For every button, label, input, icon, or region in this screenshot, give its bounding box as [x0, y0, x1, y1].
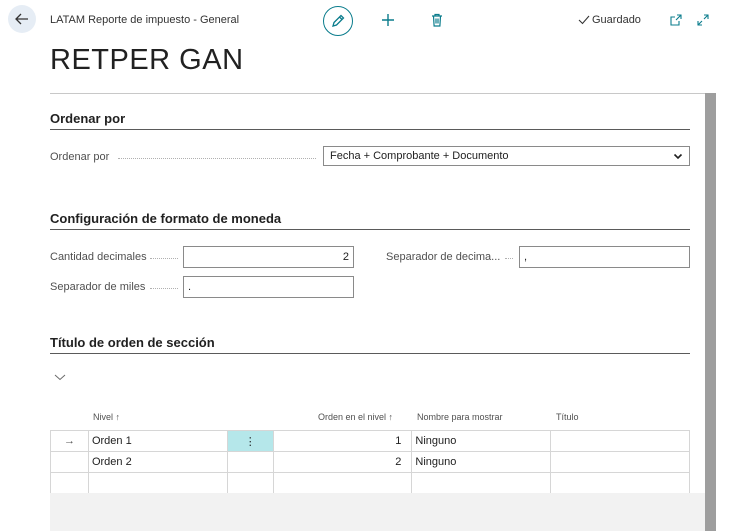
decimals-label: Cantidad decimales [50, 251, 147, 263]
add-button[interactable] [378, 10, 398, 30]
decimals-input[interactable]: 2 [183, 246, 354, 268]
thousands-separator-value: . [188, 281, 192, 293]
row-indicator [50, 451, 89, 473]
table-row-empty[interactable] [50, 472, 690, 494]
table-row[interactable]: Orden 2 2 Ninguno [50, 451, 690, 473]
empty-cell[interactable] [272, 472, 413, 494]
display-name-cell[interactable]: Ninguno [411, 430, 552, 452]
order-by-label: Ordenar por [50, 151, 110, 163]
row-menu-cell[interactable] [226, 451, 274, 473]
vertical-scrollbar[interactable] [705, 93, 716, 531]
page-title: RETPER GAN [50, 44, 244, 76]
column-header-display-name[interactable]: Nombre para mostrar [417, 412, 503, 422]
empty-cell[interactable] [411, 472, 552, 494]
order-in-level-cell[interactable]: 2 [272, 451, 413, 473]
level-cell[interactable]: Orden 2 [87, 451, 228, 473]
decimal-separator-label: Separador de decima... [386, 251, 501, 263]
edit-button[interactable] [323, 6, 353, 36]
decimal-separator-input[interactable]: , [519, 246, 690, 268]
empty-cell [50, 472, 89, 494]
column-header-level[interactable]: Nivel ↑ [93, 412, 120, 422]
chevron-down-icon[interactable] [54, 372, 66, 382]
empty-cell[interactable] [226, 472, 274, 494]
back-button[interactable] [8, 5, 36, 33]
section-divider [50, 353, 690, 354]
title-cell[interactable] [550, 430, 690, 452]
saved-label: Guardado [592, 14, 641, 26]
section-divider [50, 129, 690, 130]
chevron-down-icon [673, 153, 683, 160]
thousands-separator-label: Separador de miles [50, 281, 146, 293]
display-name-cell[interactable]: Ninguno [411, 451, 552, 473]
decimal-separator-value: , [524, 251, 528, 263]
empty-cell[interactable] [550, 472, 690, 494]
pencil-icon [332, 14, 345, 27]
section-divider [50, 229, 690, 230]
label-leader-dots [150, 288, 178, 289]
arrow-left-icon [15, 13, 28, 25]
row-indicator-arrow: → [50, 430, 89, 452]
order-by-select[interactable]: Fecha + Comprobante + Documento [323, 146, 690, 166]
open-in-new-window-icon[interactable] [669, 13, 683, 27]
expand-icon[interactable] [696, 13, 710, 27]
row-menu-button[interactable]: ⋮ [226, 430, 274, 452]
table-row[interactable]: → Orden 1 ⋮ 1 Ninguno [50, 430, 690, 452]
saved-status: Guardado [578, 14, 641, 26]
title-cell[interactable] [550, 451, 690, 473]
thousands-separator-input[interactable]: . [183, 276, 354, 298]
order-in-level-cell[interactable]: 1 [272, 430, 413, 452]
delete-button[interactable] [428, 10, 446, 30]
order-by-value: Fecha + Comprobante + Documento [330, 150, 509, 162]
page: LATAM Reporte de impuesto - General Guar… [0, 0, 741, 531]
check-icon [578, 15, 590, 25]
section-order-grid: → Orden 1 ⋮ 1 Ninguno Orden 2 2 Ninguno [50, 430, 690, 494]
label-leader-dots [505, 258, 513, 259]
page-bottom-area [50, 493, 705, 531]
label-leader-dots [118, 158, 316, 159]
breadcrumb[interactable]: LATAM Reporte de impuesto - General [50, 14, 239, 26]
empty-cell[interactable] [87, 472, 228, 494]
column-header-order-in-level[interactable]: Orden en el nivel ↑ [318, 412, 393, 422]
section-title-section-order[interactable]: Título de orden de sección [50, 335, 215, 350]
section-title-order[interactable]: Ordenar por [50, 111, 125, 126]
decimals-value: 2 [342, 251, 349, 263]
column-header-title[interactable]: Título [556, 412, 579, 422]
trash-icon [432, 13, 442, 27]
plus-icon [382, 14, 394, 26]
level-cell[interactable]: Orden 1 [87, 430, 228, 452]
label-leader-dots [150, 258, 178, 259]
section-title-currency[interactable]: Configuración de formato de moneda [50, 211, 281, 226]
